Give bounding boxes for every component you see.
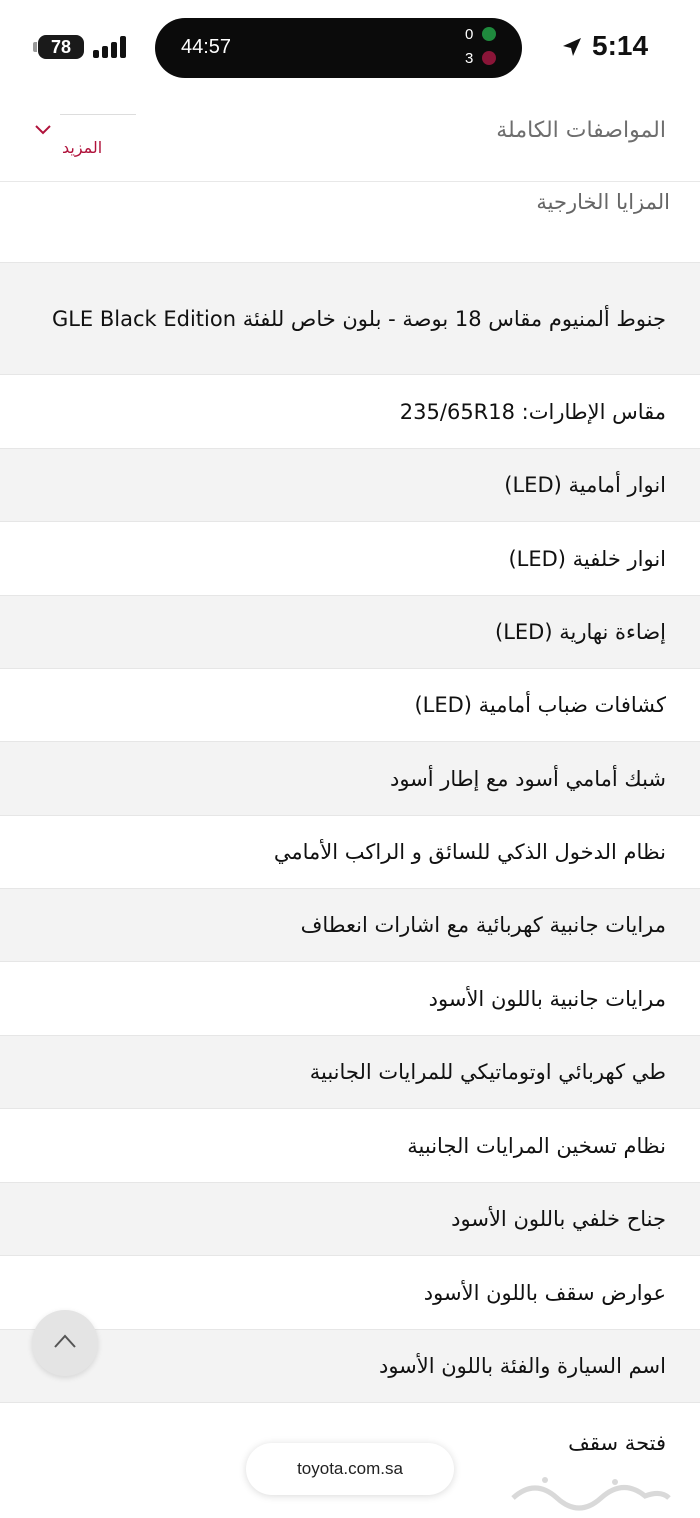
list-item-label: إضاءة نهارية (LED)	[495, 620, 666, 644]
chevron-up-icon	[54, 1334, 76, 1348]
list-item: كشافات ضباب أمامية (LED)	[0, 668, 700, 741]
list-item: مرايات جانبية باللون الأسود	[0, 961, 700, 1035]
list-item-label: مرايات جانبية كهربائية مع اشارات انعطاف	[300, 913, 666, 937]
battery-indicator: 78	[33, 35, 84, 59]
signal-icon	[93, 36, 126, 58]
list-item: طي كهربائي اوتوماتيكي للمرايات الجانبية	[0, 1035, 700, 1108]
list-item: عوارض سقف باللون الأسود	[0, 1255, 700, 1329]
page-title: المواصفات الكاملة	[496, 118, 666, 143]
list-item: جناح خلفي باللون الأسود	[0, 1182, 700, 1255]
list-item-label: كشافات ضباب أمامية (LED)	[414, 693, 666, 717]
list-item: مقاس الإطارات: 235/65R18	[0, 374, 700, 448]
list-item-label: عوارض سقف باللون الأسود	[423, 1280, 666, 1305]
full-specs-header: المواصفات الكاملة المزيد	[0, 96, 700, 182]
more-button[interactable]: المزيد	[30, 114, 136, 164]
list-item: اسم السيارة والفئة باللون الأسود	[0, 1329, 700, 1402]
list-item: مرايات جانبية كهربائية مع اشارات انعطاف	[0, 888, 700, 961]
qatar-flag-icon	[482, 51, 496, 65]
status-clock: 5:14	[592, 30, 649, 61]
location-arrow-icon	[563, 38, 581, 56]
score-home: 0	[465, 26, 474, 43]
watermark-logo	[511, 1477, 671, 1511]
saudi-flag-icon	[482, 27, 496, 41]
list-item: نظام الدخول الذكي للسائق و الراكب الأمام…	[0, 815, 700, 888]
feature-list: جنوط ألمنيوم مقاس 18 بوصة - بلون خاص للف…	[0, 262, 700, 1482]
list-item-label: فتحة سقف	[568, 1430, 666, 1455]
list-item-label: انوار أمامية (LED)	[504, 473, 666, 497]
status-bar: 78 44:57 0 3 5:14	[0, 0, 700, 96]
list-item-label: انوار خلفية (LED)	[508, 546, 666, 571]
scroll-top-button[interactable]	[32, 1310, 98, 1376]
list-item-label: جنوط ألمنيوم مقاس 18 بوصة - بلون خاص للف…	[51, 306, 666, 331]
more-label: المزيد	[62, 138, 103, 157]
live-activity-island[interactable]: 44:57 0 3	[155, 18, 522, 78]
divider	[60, 114, 136, 115]
list-item-label: شبك أمامي أسود مع إطار أسود	[389, 766, 666, 791]
list-item-label: نظام تسخين المرايات الجانبية	[407, 1133, 666, 1158]
section-title: المزايا الخارجية	[536, 190, 670, 214]
list-item: انوار خلفية (LED)	[0, 521, 700, 595]
list-item-label: اسم السيارة والفئة باللون الأسود	[378, 1354, 666, 1378]
list-item: انوار أمامية (LED)	[0, 448, 700, 521]
list-item: إضاءة نهارية (LED)	[0, 595, 700, 668]
list-item: شبك أمامي أسود مع إطار أسود	[0, 741, 700, 815]
browser-url-bar[interactable]: toyota.com.sa	[246, 1443, 454, 1495]
list-item-label: طي كهربائي اوتوماتيكي للمرايات الجانبية	[309, 1060, 666, 1084]
chevron-down-icon	[35, 125, 51, 135]
list-item-label: مقاس الإطارات: 235/65R18	[399, 399, 666, 424]
list-item-label: جناح خلفي باللون الأسود	[451, 1207, 666, 1231]
score-away: 3	[465, 50, 474, 67]
list-item-label: نظام الدخول الذكي للسائق و الراكب الأمام…	[273, 840, 666, 864]
match-timer: 44:57	[181, 36, 232, 58]
list-item-label: مرايات جانبية باللون الأسود	[428, 986, 666, 1011]
list-item: نظام تسخين المرايات الجانبية	[0, 1108, 700, 1182]
list-item: جنوط ألمنيوم مقاس 18 بوصة - بلون خاص للف…	[0, 262, 700, 374]
